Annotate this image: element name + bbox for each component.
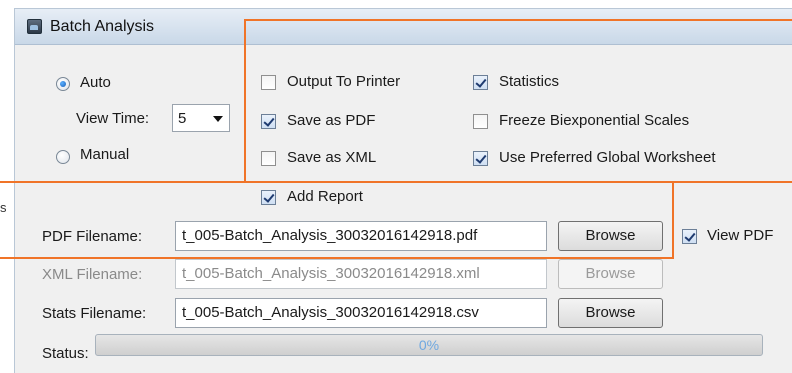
view-pdf-checkbox[interactable] <box>682 229 697 244</box>
view-time-value: 5 <box>178 110 187 127</box>
window-title: Batch Analysis <box>50 18 155 35</box>
progress-percent: 0% <box>418 337 440 353</box>
output-to-printer-checkbox[interactable] <box>261 75 276 90</box>
statistics-label: Statistics <box>499 73 560 90</box>
save-as-pdf-label: Save as PDF <box>287 112 376 129</box>
add-report-label: Add Report <box>287 188 363 205</box>
title-bar: Batch Analysis <box>15 9 792 45</box>
auto-radio[interactable] <box>56 77 70 91</box>
manual-radio[interactable] <box>56 150 70 164</box>
cropped-text-fragment: s <box>0 200 7 215</box>
view-time-select[interactable]: 5 <box>172 104 230 132</box>
use-preferred-worksheet-label: Use Preferred Global Worksheet <box>499 149 716 166</box>
highlight-bottom-line <box>0 257 674 259</box>
pdf-filename-label: PDF Filename: <box>42 228 143 245</box>
save-as-xml-label: Save as XML <box>287 149 377 166</box>
view-time-label: View Time: <box>76 110 150 127</box>
batch-analysis-window: Batch Analysis Auto View Time: 5 Manual … <box>14 8 792 373</box>
add-report-checkbox[interactable] <box>261 190 276 205</box>
highlight-left-line <box>244 19 246 181</box>
view-pdf-label: View PDF <box>707 227 774 244</box>
statistics-checkbox[interactable] <box>473 75 488 90</box>
save-as-pdf-checkbox[interactable] <box>261 114 276 129</box>
xml-browse-button[interactable]: Browse <box>558 259 663 289</box>
stats-filename-field[interactable]: t_005-Batch_Analysis_30032016142918.csv <box>175 298 547 328</box>
app-icon <box>27 19 42 34</box>
status-label: Status: <box>42 345 89 362</box>
xml-filename-field[interactable]: t_005-Batch_Analysis_30032016142918.xml <box>175 259 547 289</box>
auto-label: Auto <box>80 74 111 91</box>
highlight-right-line <box>672 181 674 259</box>
freeze-biexponential-checkbox[interactable] <box>473 114 488 129</box>
status-progress-bar: 0% <box>95 334 763 356</box>
save-as-xml-checkbox[interactable] <box>261 151 276 166</box>
stats-browse-button[interactable]: Browse <box>558 298 663 328</box>
pdf-filename-field[interactable]: t_005-Batch_Analysis_30032016142918.pdf <box>175 221 547 251</box>
freeze-biexponential-label: Freeze Biexponential Scales <box>499 112 690 129</box>
pdf-browse-button[interactable]: Browse <box>558 221 663 251</box>
chevron-down-icon <box>213 116 223 122</box>
manual-label: Manual <box>80 146 130 163</box>
highlight-top-line <box>244 19 792 21</box>
use-preferred-worksheet-checkbox[interactable] <box>473 151 488 166</box>
stats-filename-label: Stats Filename: <box>42 305 147 322</box>
xml-filename-label: XML Filename: <box>42 266 143 283</box>
output-to-printer-label: Output To Printer <box>287 73 401 90</box>
